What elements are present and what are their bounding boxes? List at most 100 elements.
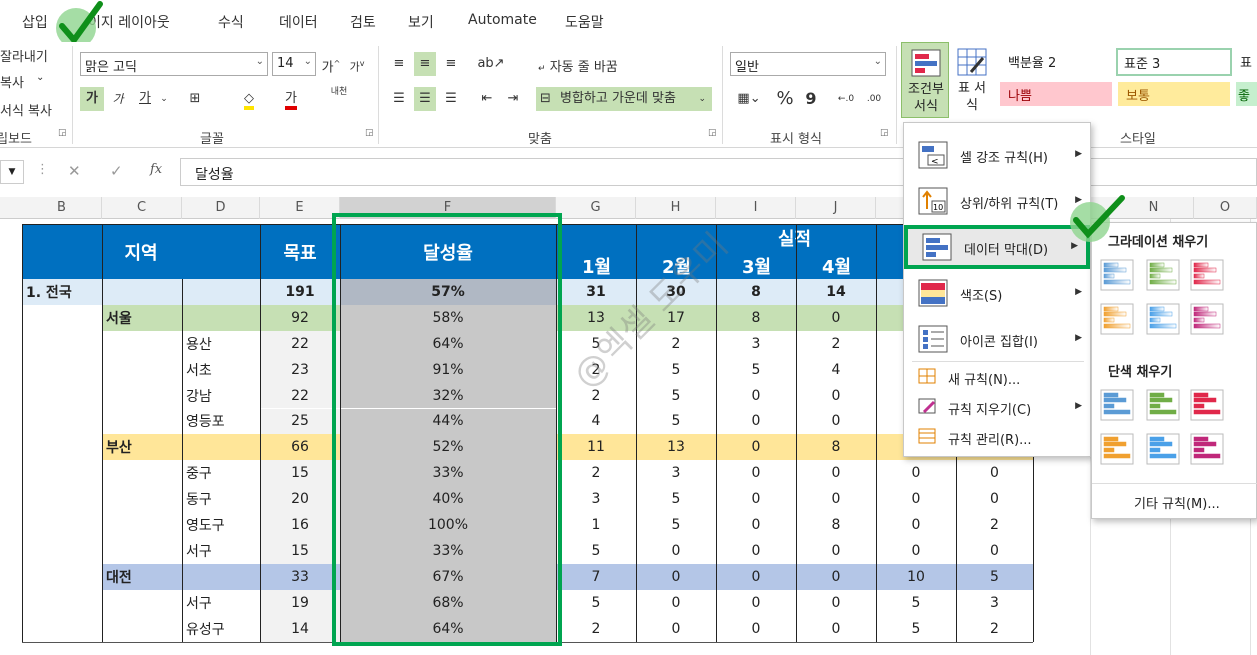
month-cell[interactable]: 0 [876, 486, 956, 513]
month-cell[interactable]: 0 [876, 538, 956, 564]
month-cell[interactable]: 0 [716, 460, 796, 487]
align-middle-icon[interactable]: ≡ [414, 52, 436, 76]
month-cell[interactable]: 0 [796, 408, 876, 435]
cf-menu-item[interactable]: 아이콘 집합(I) ▶ [904, 317, 1090, 361]
align-center-icon[interactable]: ☰ [414, 87, 436, 111]
region-cell[interactable] [22, 304, 102, 331]
dialog-launcher-icon[interactable]: ◲ [365, 128, 374, 138]
month-cell[interactable]: 7 [556, 563, 636, 590]
italic-button[interactable]: 가 [108, 87, 128, 111]
month-cell[interactable]: 0 [796, 304, 876, 331]
target-cell[interactable]: 92 [260, 304, 340, 331]
month-cell[interactable]: 3 [556, 486, 636, 513]
district-cell[interactable]: 서구 [182, 538, 260, 564]
function-icon[interactable]: fx [150, 162, 162, 177]
month-cell[interactable]: 5 [956, 563, 1033, 590]
tab-view[interactable]: 보기 [408, 12, 434, 32]
month-cell[interactable]: 0 [716, 486, 796, 513]
fill-color-icon[interactable]: ◇ [238, 87, 260, 111]
month-cell[interactable]: 0 [796, 563, 876, 590]
solid-databar-icon[interactable] [1190, 433, 1224, 465]
district-cell[interactable]: 유성구 [182, 616, 260, 642]
cf-menu-item[interactable]: 규칙 지우기(C) ▶ [904, 393, 1090, 421]
format-as-table-button[interactable]: 표 서식 [952, 42, 992, 118]
cut-button[interactable]: 잘라내기 [0, 46, 48, 65]
region-cell[interactable] [22, 460, 102, 487]
column-header[interactable]: B [22, 197, 102, 219]
bold-button[interactable]: 가 [80, 87, 104, 111]
target-cell[interactable]: 25 [260, 408, 340, 435]
style-cell[interactable]: 나쁨 [1000, 82, 1112, 106]
month-cell[interactable]: 2 [796, 330, 876, 357]
column-header[interactable]: J [796, 197, 876, 219]
city-cell[interactable]: 부산 [102, 434, 182, 460]
column-header[interactable]: H [636, 197, 716, 219]
align-bottom-icon[interactable]: ≡ [440, 52, 462, 76]
target-cell[interactable]: 15 [260, 460, 340, 487]
cf-menu-item[interactable]: 데이터 막대(D) ▶ [904, 225, 1090, 269]
month-cell[interactable]: 0 [956, 486, 1033, 513]
wrap-text-button[interactable]: ↵ 자동 줄 바꿈 [538, 56, 618, 75]
conditional-formatting-button[interactable]: 조건부 서식 [901, 42, 949, 118]
month-cell[interactable]: 0 [636, 563, 716, 590]
region-cell[interactable] [22, 356, 102, 383]
district-cell[interactable]: 서초 [182, 357, 260, 383]
column-header[interactable]: O [1194, 197, 1257, 219]
cf-menu-item[interactable]: < 셀 강조 규칙(H) ▶ [904, 133, 1090, 177]
month-cell[interactable]: 8 [716, 304, 796, 331]
cancel-icon[interactable]: ✕ [68, 162, 81, 180]
month-cell[interactable]: 0 [796, 382, 876, 409]
cf-menu-item[interactable]: 색조(S) ▶ [904, 271, 1090, 315]
month-cell[interactable]: 1 [556, 512, 636, 538]
target-cell[interactable]: 14 [260, 615, 340, 642]
district-cell[interactable]: 용산 [182, 331, 260, 357]
month-cell[interactable]: 0 [636, 615, 716, 642]
month-cell[interactable]: 0 [716, 512, 796, 538]
district-cell[interactable]: 영등포 [182, 409, 260, 435]
percent-button[interactable]: % [774, 87, 796, 111]
month-cell[interactable]: 0 [796, 460, 876, 487]
month-cell[interactable]: 2 [556, 460, 636, 487]
gradient-databar-icon[interactable] [1190, 259, 1224, 291]
solid-databar-icon[interactable] [1146, 389, 1180, 421]
increase-decimal-button[interactable]: ←.0 [834, 87, 858, 111]
target-cell[interactable]: 22 [260, 330, 340, 357]
month-cell[interactable]: 8 [796, 434, 876, 461]
month-cell[interactable]: 14 [796, 279, 876, 305]
region-cell[interactable] [22, 486, 102, 513]
column-header[interactable]: E [260, 197, 340, 219]
region-cell[interactable] [22, 538, 102, 564]
gradient-databar-icon[interactable] [1146, 303, 1180, 335]
tab-automate[interactable]: Automate [468, 12, 537, 28]
target-cell[interactable]: 19 [260, 589, 340, 616]
month-cell[interactable]: 2 [956, 615, 1033, 642]
chevron-down-icon[interactable]: ⌄ [36, 72, 44, 83]
region-cell[interactable] [22, 408, 102, 435]
month-cell[interactable]: 4 [556, 408, 636, 435]
district-cell[interactable]: 동구 [182, 486, 260, 512]
currency-icon[interactable]: ▦⌄ [732, 87, 766, 111]
month-cell[interactable]: 0 [796, 486, 876, 513]
region-cell[interactable] [22, 434, 102, 461]
month-cell[interactable]: 3 [636, 460, 716, 487]
gradient-databar-icon[interactable] [1100, 259, 1134, 291]
month-cell[interactable]: 5 [716, 356, 796, 383]
style-cell[interactable]: 백분율 2 [1000, 48, 1112, 74]
district-cell[interactable]: 중구 [182, 460, 260, 486]
grow-font-button[interactable]: 가^ [320, 52, 342, 76]
dialog-launcher-icon[interactable]: ◲ [708, 128, 717, 138]
month-cell[interactable]: 0 [716, 615, 796, 642]
target-cell[interactable]: 16 [260, 512, 340, 538]
month-cell[interactable]: 5 [556, 538, 636, 564]
merge-center-button[interactable]: ⊟ 병합하고 가운데 맞춤 ⌄ [536, 87, 712, 111]
gradient-databar-icon[interactable] [1100, 303, 1134, 335]
borders-icon[interactable]: ⊞ [184, 87, 206, 111]
solid-databar-icon[interactable] [1100, 389, 1134, 421]
style-cell[interactable]: 표준 3 [1116, 48, 1232, 76]
month-cell[interactable]: 11 [556, 434, 636, 461]
target-cell[interactable]: 23 [260, 356, 340, 383]
month-cell[interactable]: 8 [796, 512, 876, 538]
month-cell[interactable]: 0 [956, 538, 1033, 564]
month-cell[interactable]: 0 [876, 460, 956, 487]
month-cell[interactable]: 10 [876, 563, 956, 590]
